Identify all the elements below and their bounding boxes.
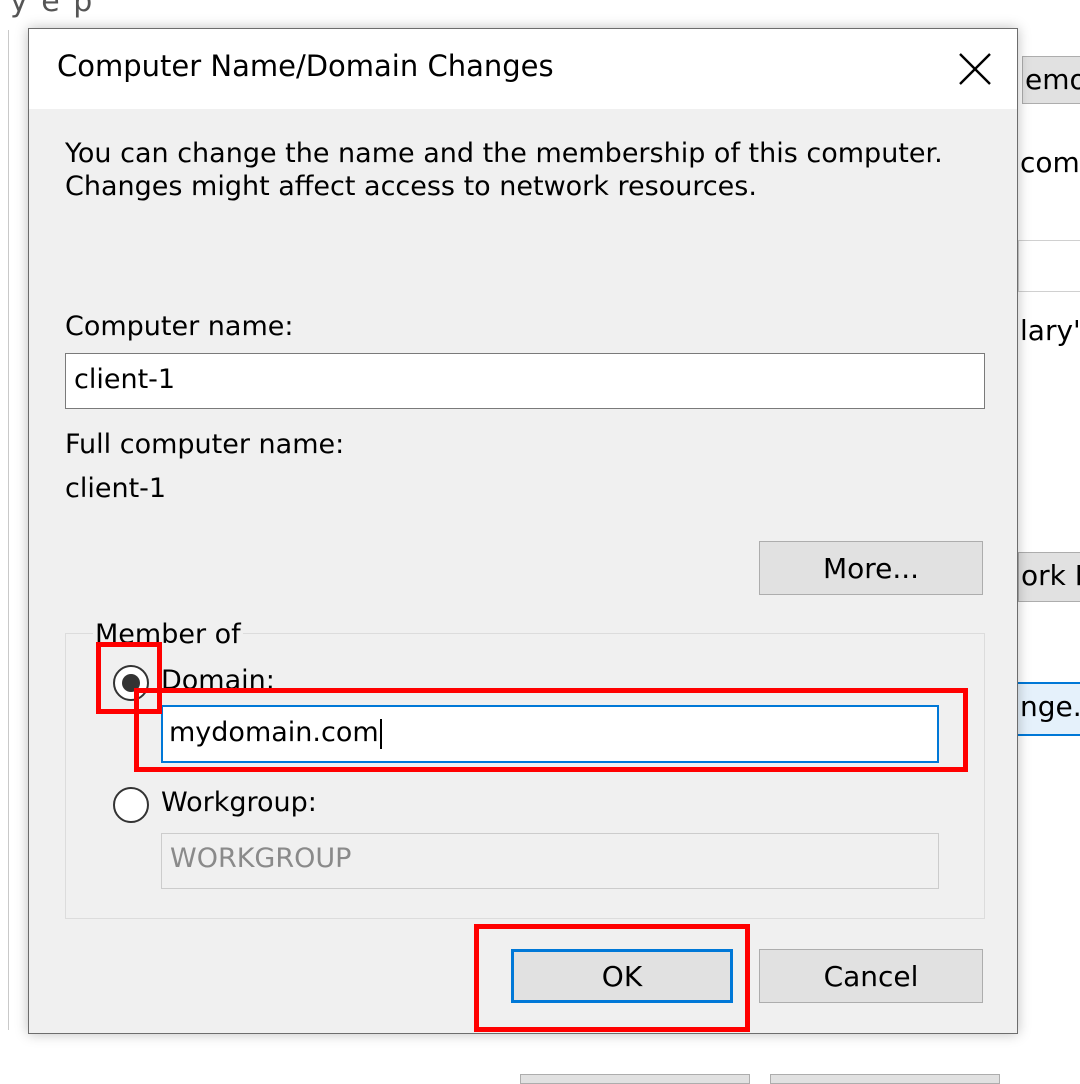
workgroup-label: Workgroup:: [161, 787, 317, 818]
background-remote-tab[interactable]: emote: [1022, 56, 1080, 104]
workgroup-input[interactable]: WORKGROUP: [161, 833, 939, 889]
domain-label: Domain:: [161, 665, 275, 696]
background-remote-tab-label: emote: [1025, 63, 1080, 96]
background-bottom-button[interactable]: [770, 1074, 1000, 1084]
background-comp-text: comp: [1020, 146, 1080, 179]
more-button[interactable]: More...: [759, 541, 983, 595]
member-of-label: Member of: [93, 619, 243, 650]
computer-name-label: Computer name:: [65, 311, 294, 342]
background-network-id-label: ork ID: [1021, 559, 1080, 592]
background-window-edge: [8, 30, 9, 1030]
dialog-title: Computer Name/Domain Changes: [57, 49, 554, 83]
computer-name-domain-dialog: Computer Name/Domain Changes You can cha…: [28, 28, 1018, 1034]
more-button-label: More...: [822, 551, 920, 585]
domain-radio[interactable]: [113, 665, 149, 701]
domain-input[interactable]: mydomain.com: [161, 705, 939, 763]
text-caret: [379, 718, 382, 749]
dialog-description: You can change the name and the membersh…: [65, 138, 943, 202]
ok-button-label: OK: [601, 959, 643, 993]
background-network-id-button[interactable]: ork ID: [1018, 552, 1080, 602]
full-computer-name-label: Full computer name:: [65, 429, 345, 460]
domain-input-value: mydomain.com: [169, 717, 379, 748]
background-field: [1018, 240, 1080, 292]
background-users-text: lary's: [1020, 314, 1080, 347]
background-title-strip: y e p: [0, 0, 1080, 28]
background-title-fragment: y e p: [10, 0, 95, 19]
ok-button[interactable]: OK: [511, 949, 733, 1003]
dialog-title-bar[interactable]: Computer Name/Domain Changes: [29, 29, 1017, 109]
full-computer-name-value: client-1: [65, 473, 167, 504]
close-button[interactable]: [933, 29, 1017, 109]
background-bottom-button[interactable]: [520, 1074, 750, 1084]
cancel-button[interactable]: Cancel: [759, 949, 983, 1003]
cancel-button-label: Cancel: [823, 959, 919, 993]
workgroup-radio[interactable]: [113, 787, 149, 823]
radio-selected-icon: [122, 674, 140, 692]
background-change-button[interactable]: nge...: [1016, 682, 1080, 736]
background-change-label: nge...: [1020, 690, 1080, 723]
close-icon: [959, 53, 991, 85]
computer-name-input[interactable]: client-1: [65, 353, 985, 409]
